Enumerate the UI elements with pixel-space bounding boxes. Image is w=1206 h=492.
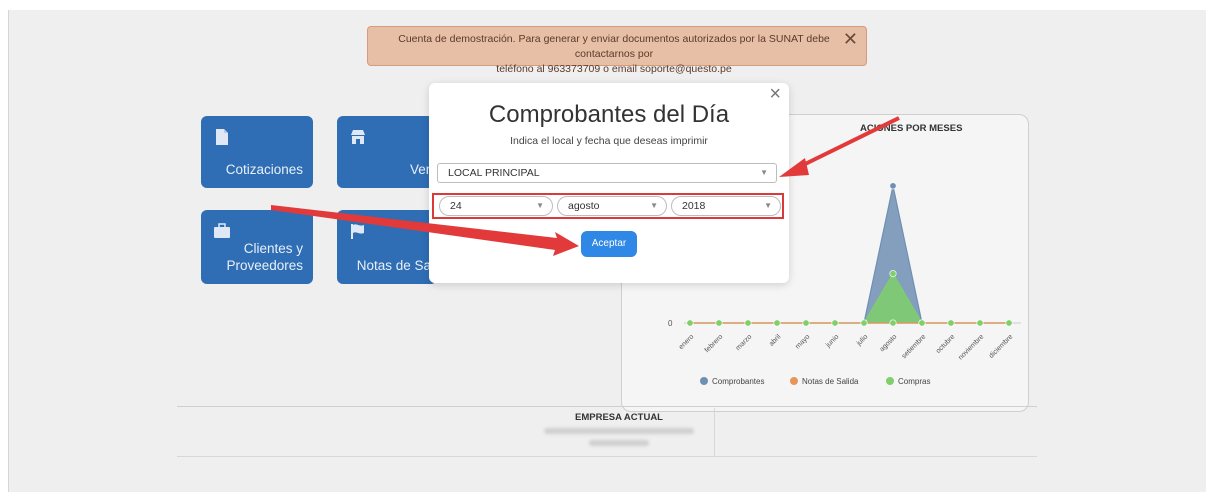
annotation-arrows <box>271 116 900 256</box>
annotation-arrow-head <box>779 158 809 177</box>
annotation-arrow <box>271 205 579 256</box>
app-window: Cuenta de demostración. Para generar y e… <box>8 10 1206 492</box>
annotation-arrow <box>796 116 900 170</box>
